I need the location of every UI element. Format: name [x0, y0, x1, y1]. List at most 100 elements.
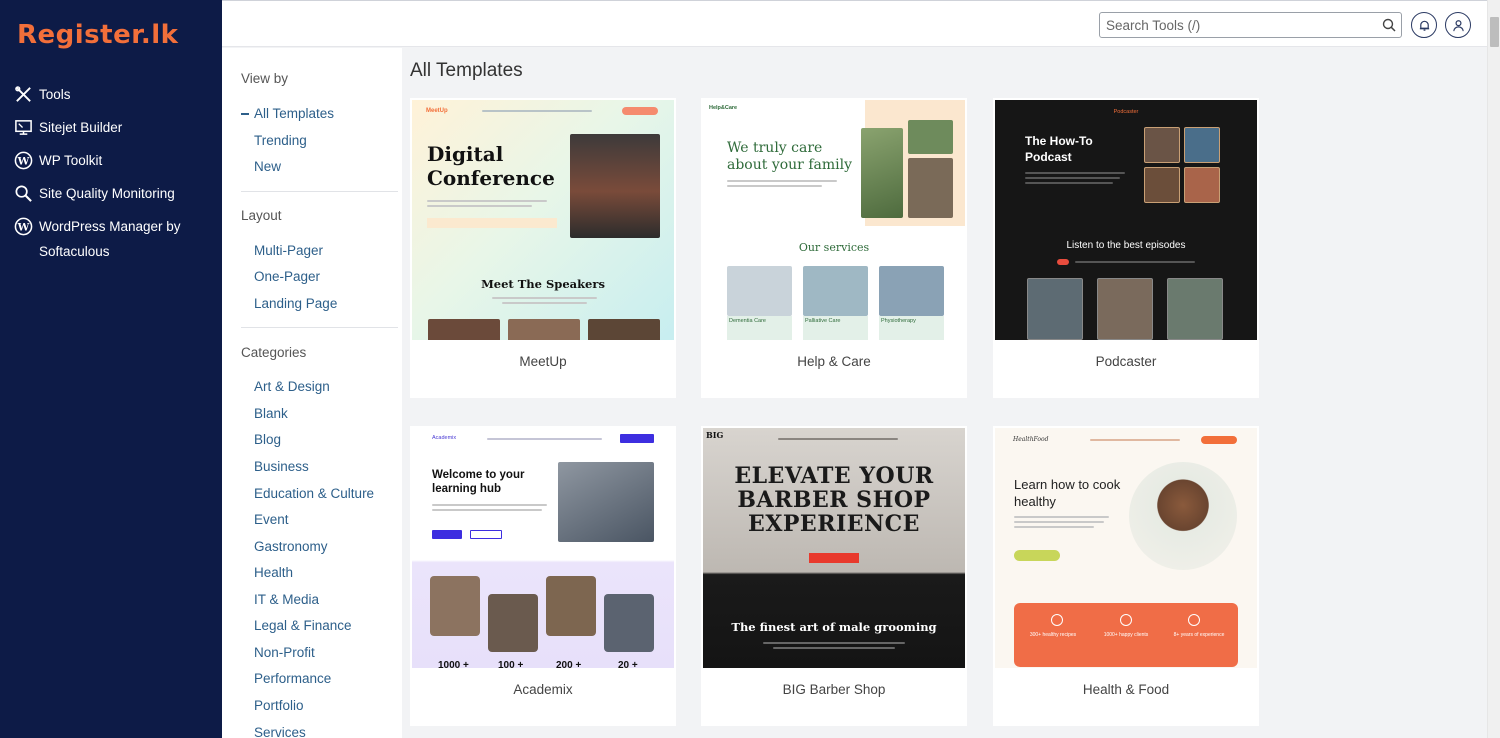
- search-input[interactable]: [1100, 13, 1370, 37]
- preview-subtitle: Listen to the best episodes: [1066, 240, 1186, 251]
- search-icon[interactable]: [1381, 17, 1397, 33]
- notifications-button[interactable]: [1411, 12, 1437, 38]
- filter-multi-pager[interactable]: Multi-Pager: [254, 243, 323, 258]
- preview-hero: Digital Conference: [427, 142, 555, 190]
- template-name: Podcaster: [1095, 354, 1157, 369]
- sidebar-item-label: WP Toolkit: [39, 153, 103, 168]
- category-blank[interactable]: Blank: [254, 406, 288, 421]
- template-card-help-care[interactable]: Help&Care We truly care about your famil…: [701, 98, 967, 398]
- filter-new[interactable]: New: [254, 159, 281, 174]
- template-name: Health & Food: [1082, 682, 1170, 697]
- category-education-culture[interactable]: Education & Culture: [254, 486, 374, 501]
- preview-subtitle: The finest art of male grooming: [731, 620, 937, 634]
- sidebar-item-site-quality[interactable]: Site Quality Monitoring: [0, 177, 222, 210]
- filter-one-pager[interactable]: One-Pager: [254, 269, 320, 284]
- template-preview: HealthFood Learn how to cook healthy 300…: [995, 428, 1257, 668]
- preview-hero: ELEVATE YOUR BARBER SHOP EXPERIENCE: [734, 463, 934, 537]
- preview-logo: Podcaster: [1113, 109, 1139, 115]
- magnifier-icon: [12, 182, 34, 204]
- preview-service-label: Dementia Care: [729, 318, 766, 324]
- template-name: BIG Barber Shop: [782, 682, 886, 697]
- template-name: Academix: [513, 682, 573, 697]
- filter-landing-page[interactable]: Landing Page: [254, 296, 337, 311]
- template-card-podcaster[interactable]: Podcaster The How-To Podcast Listen to t…: [993, 98, 1259, 398]
- sidebar: Register.lk Tools Sitejet Builder W WP T…: [0, 0, 222, 738]
- sidebar-nav: Tools Sitejet Builder W WP Toolkit Site …: [0, 78, 222, 268]
- template-name: Help & Care: [797, 354, 871, 369]
- preview-logo: BIG: [706, 430, 724, 440]
- tools-icon: [12, 83, 34, 105]
- template-preview: BIG ELEVATE YOUR BARBER SHOP EXPERIENCE …: [703, 428, 965, 668]
- preview-logo: MeetUp: [426, 108, 448, 114]
- category-blog[interactable]: Blog: [254, 432, 281, 447]
- preview-service-label: Physiotherapy: [881, 318, 916, 324]
- bell-icon: [1419, 20, 1429, 31]
- sidebar-item-label: WordPress Manager by Softaculous: [39, 219, 181, 259]
- scrollbar-thumb[interactable]: [1490, 17, 1499, 47]
- preview-stat: 200 +: [556, 660, 582, 668]
- template-preview: Academix Welcome to your learning hub 10…: [412, 428, 674, 668]
- user-menu-button[interactable]: [1445, 12, 1471, 38]
- sidebar-item-wp-toolkit[interactable]: W WP Toolkit: [0, 144, 222, 177]
- category-legal-finance[interactable]: Legal & Finance: [254, 618, 352, 633]
- wordpress-icon: W: [12, 149, 34, 171]
- page-scrollbar[interactable]: [1487, 0, 1500, 738]
- category-services[interactable]: Services: [254, 725, 306, 738]
- filter-all-templates[interactable]: All Templates: [240, 106, 334, 121]
- divider: [241, 327, 398, 328]
- sidebar-item-label: Tools: [39, 87, 71, 102]
- wordpress-icon: W: [12, 215, 34, 237]
- sitejet-icon: [12, 116, 34, 138]
- sidebar-item-label: Sitejet Builder: [39, 120, 123, 135]
- preview-stat: 1000+ happy clients: [1103, 632, 1149, 638]
- preview-hero: Welcome to your learning hub: [432, 469, 525, 495]
- filter-panel: View by All Templates Trending New Layou…: [222, 48, 402, 738]
- sidebar-item-tools[interactable]: Tools: [0, 78, 222, 111]
- topbar: [222, 0, 1487, 47]
- preview-stat: 8+ years of experience: [1173, 632, 1225, 638]
- preview-stat: 300+ healthy recipes: [1029, 632, 1077, 638]
- user-icon: [1452, 19, 1464, 31]
- sidebar-item-sitejet[interactable]: Sitejet Builder: [0, 111, 222, 144]
- page-title: All Templates: [410, 60, 523, 81]
- category-art-design[interactable]: Art & Design: [254, 379, 330, 394]
- category-health[interactable]: Health: [254, 565, 293, 580]
- preview-cta: [622, 107, 658, 115]
- category-it-media[interactable]: IT & Media: [254, 592, 319, 607]
- preview-stat: 100 +: [498, 660, 524, 668]
- category-event[interactable]: Event: [254, 512, 289, 527]
- sidebar-item-wordpress-manager[interactable]: W WordPress Manager by Softaculous: [0, 210, 222, 268]
- preview-hero: Learn how to cook healthy: [1014, 477, 1121, 509]
- brand-logo[interactable]: Register.lk: [17, 20, 178, 50]
- preview-subtitle: Our services: [798, 241, 870, 254]
- search-box[interactable]: [1099, 12, 1402, 38]
- template-name: MeetUp: [519, 354, 567, 369]
- filter-trending[interactable]: Trending: [254, 133, 307, 148]
- view-by-heading: View by: [241, 71, 289, 86]
- category-performance[interactable]: Performance: [254, 671, 331, 686]
- preview-logo: Academix: [432, 435, 457, 441]
- category-business[interactable]: Business: [254, 459, 309, 474]
- category-portfolio[interactable]: Portfolio: [254, 698, 304, 713]
- svg-text:W: W: [16, 221, 29, 233]
- template-card-health-food[interactable]: HealthFood Learn how to cook healthy 300…: [993, 426, 1259, 726]
- preview-subtitle: Meet The Speakers: [481, 277, 605, 291]
- sidebar-item-label: Site Quality Monitoring: [39, 186, 175, 201]
- preview-stat: 20 +: [618, 660, 638, 668]
- layout-heading: Layout: [241, 208, 282, 223]
- preview-hero: We truly care about your family: [727, 140, 852, 173]
- svg-text:W: W: [16, 155, 29, 167]
- template-preview: Podcaster The How-To Podcast Listen to t…: [995, 100, 1257, 340]
- preview-image: [570, 134, 660, 238]
- preview-logo: HealthFood: [1013, 436, 1049, 443]
- divider: [241, 191, 398, 192]
- template-preview: MeetUp Digital Conference Meet The Speak…: [412, 100, 674, 340]
- preview-hero: The How-To Podcast: [1025, 134, 1093, 164]
- category-gastronomy[interactable]: Gastronomy: [254, 539, 328, 554]
- template-card-meetup[interactable]: MeetUp Digital Conference Meet The Speak…: [410, 98, 676, 398]
- preview-service-label: Palliative Care: [805, 318, 841, 324]
- template-card-academix[interactable]: Academix Welcome to your learning hub 10…: [410, 426, 676, 726]
- category-non-profit[interactable]: Non-Profit: [254, 645, 315, 660]
- template-card-big-barber-shop[interactable]: BIG ELEVATE YOUR BARBER SHOP EXPERIENCE …: [701, 426, 967, 726]
- preview-image: [1129, 462, 1237, 570]
